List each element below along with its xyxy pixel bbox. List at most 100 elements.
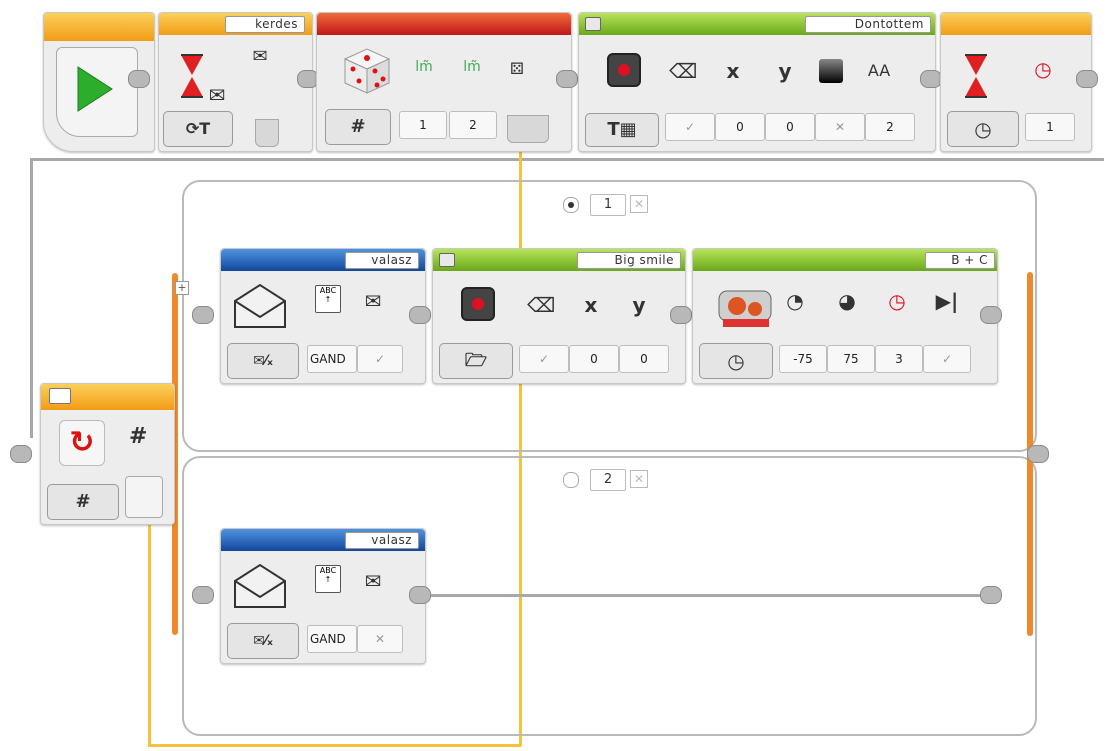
display-title-field[interactable]: Dontottem (805, 16, 931, 33)
dice-output-icon: ⚄ (510, 59, 524, 78)
add-case-button[interactable]: + (175, 281, 189, 295)
display-screen-icon (461, 287, 495, 321)
switch-input-label: # (129, 424, 148, 449)
receive-mode-selector[interactable]: ✉⁄ₓ (227, 623, 299, 659)
brake-icon: ▶| (935, 289, 959, 313)
data-wire-left (148, 520, 151, 746)
random-block[interactable]: lm̃ lm̃ ⚄ # 1 2 (316, 12, 572, 152)
sequence-port[interactable] (980, 306, 1002, 324)
wait-message-block[interactable]: kerdes ✉ ✉ ⟳T (158, 12, 313, 152)
display-screen-icon (607, 53, 641, 87)
upper-bound-icon: lm̃ (463, 59, 481, 75)
display-image-mode-selector[interactable]: 🗁 (439, 343, 513, 379)
receive-output-toggle[interactable]: ✕ (357, 625, 403, 653)
sequence-port[interactable] (1076, 70, 1098, 88)
sequence-port[interactable] (920, 70, 942, 88)
display-y-value[interactable]: 0 (619, 345, 669, 373)
display-icon (439, 253, 455, 267)
display-image-block[interactable]: Big smile ⌫ x y 🗁 ✓ 0 0 (432, 248, 686, 384)
lower-bound-icon: lm̃ (415, 59, 433, 75)
envelope-icon: ✉ (364, 289, 382, 313)
message-update-icon: ✉ (252, 46, 268, 67)
timer-mode-selector[interactable]: ◷ (947, 111, 1019, 147)
switch-mode-selector[interactable]: # (47, 484, 119, 520)
brake-toggle[interactable]: ✓ (923, 345, 971, 373)
sequence-port[interactable] (670, 306, 692, 324)
switch-input-port[interactable] (10, 445, 32, 463)
y-coord-label: y (778, 59, 792, 83)
color-icon (819, 59, 843, 83)
receive-title-field[interactable]: valasz (345, 532, 419, 549)
receive-message-block[interactable]: valasz ABC ↑ ✉ ✉⁄ₓ GAND ✕ (220, 528, 426, 664)
case1-default-radio[interactable] (563, 197, 579, 213)
receive-message-block[interactable]: valasz ABC ↑ ✉ ✉⁄ₓ GAND ✓ (220, 248, 426, 384)
case1-value-field[interactable]: 1 (590, 194, 626, 216)
large-motor-icon (718, 290, 772, 327)
text-abc-icon: ABC ↑ (315, 565, 341, 593)
display-clear-toggle[interactable]: ✓ (665, 113, 715, 141)
switch-block[interactable]: ↻ # # (40, 383, 175, 525)
sequence-port[interactable] (409, 306, 431, 324)
display-x-value[interactable]: 0 (715, 113, 765, 141)
timer-seconds-value[interactable]: 1 (1025, 113, 1075, 141)
envelope-icon: ✉ (364, 569, 382, 593)
receive-text-value[interactable]: GAND (307, 345, 357, 373)
wait-timer-block[interactable]: ◷ ◷ 1 (940, 12, 1092, 152)
left-power-gauge-icon: ◔ (786, 289, 804, 313)
open-envelope-icon (234, 563, 286, 608)
random-mode-selector[interactable]: # (325, 109, 391, 145)
duration-icon: ◷ (888, 289, 906, 313)
switch-input-plug[interactable] (125, 476, 163, 518)
display-y-value[interactable]: 0 (765, 113, 815, 141)
message-title-field[interactable]: kerdes (225, 16, 305, 33)
case2-default-radio[interactable] (563, 472, 579, 488)
x-coord-label: x (584, 293, 598, 317)
display-image-title-field[interactable]: Big smile (577, 252, 681, 269)
switch-exit-port[interactable] (1027, 445, 1049, 463)
sequence-wire-left (30, 158, 33, 438)
data-wire-bottom (148, 744, 521, 747)
display-mode-selector[interactable]: T▦ (585, 113, 659, 147)
left-power-value[interactable]: -75 (779, 345, 827, 373)
case2-delete-icon[interactable]: ✕ (630, 470, 648, 488)
display-text-block[interactable]: Dontottem ⌫ x y AA T▦ ✓ 0 0 ✕ 2 (578, 12, 936, 152)
random-upper-bound[interactable]: 2 (449, 111, 497, 139)
x-coord-label: x (726, 59, 740, 83)
random-lower-bound[interactable]: 1 (399, 111, 447, 139)
sequence-port[interactable] (128, 70, 150, 88)
display-font-value[interactable]: 2 (865, 113, 915, 141)
case1-delete-icon[interactable]: ✕ (630, 195, 648, 213)
display-icon (585, 17, 601, 31)
wait-mode-selector[interactable]: ⟳T (163, 111, 233, 147)
motor-mode-selector[interactable]: ◷ (699, 343, 773, 379)
switch-case2-entry-port[interactable] (192, 586, 214, 604)
text-abc-icon: ABC ↑ (315, 285, 341, 313)
case2-value-field[interactable]: 2 (590, 469, 626, 491)
switch-case1-entry-port[interactable] (192, 306, 214, 324)
duration-value[interactable]: 3 (875, 345, 923, 373)
envelope-icon: ✉ (208, 83, 226, 107)
wait-output-plug[interactable] (255, 119, 279, 147)
sequence-wire-top (32, 158, 1104, 161)
display-x-value[interactable]: 0 (569, 345, 619, 373)
display-clear-toggle[interactable]: ✓ (519, 345, 569, 373)
eraser-icon: ⌫ (527, 293, 556, 317)
open-envelope-icon (234, 283, 286, 328)
move-tank-block[interactable]: B + C ◔ ◕ ◷ ▶| ◷ -75 75 3 ✓ (692, 248, 998, 384)
display-color-toggle[interactable]: ✕ (815, 113, 865, 141)
receive-text-value[interactable]: GAND (307, 625, 357, 653)
sequence-port[interactable] (556, 70, 578, 88)
receive-output-toggle[interactable]: ✓ (357, 345, 403, 373)
sequence-port[interactable] (409, 586, 431, 604)
receive-title-field[interactable]: valasz (345, 252, 419, 269)
random-output-plug[interactable] (507, 115, 549, 143)
motor-ports-field[interactable]: B + C (925, 252, 995, 269)
receive-mode-selector[interactable]: ✉⁄ₓ (227, 343, 299, 379)
case2-exit-port[interactable] (980, 586, 1002, 604)
eraser-icon: ⌫ (669, 59, 698, 83)
right-power-value[interactable]: 75 (827, 345, 875, 373)
hourglass-icon (965, 54, 987, 98)
stopwatch-icon: ◷ (1034, 57, 1052, 81)
switch-flow-icon: ↻ (59, 420, 105, 466)
play-icon[interactable] (74, 65, 114, 113)
